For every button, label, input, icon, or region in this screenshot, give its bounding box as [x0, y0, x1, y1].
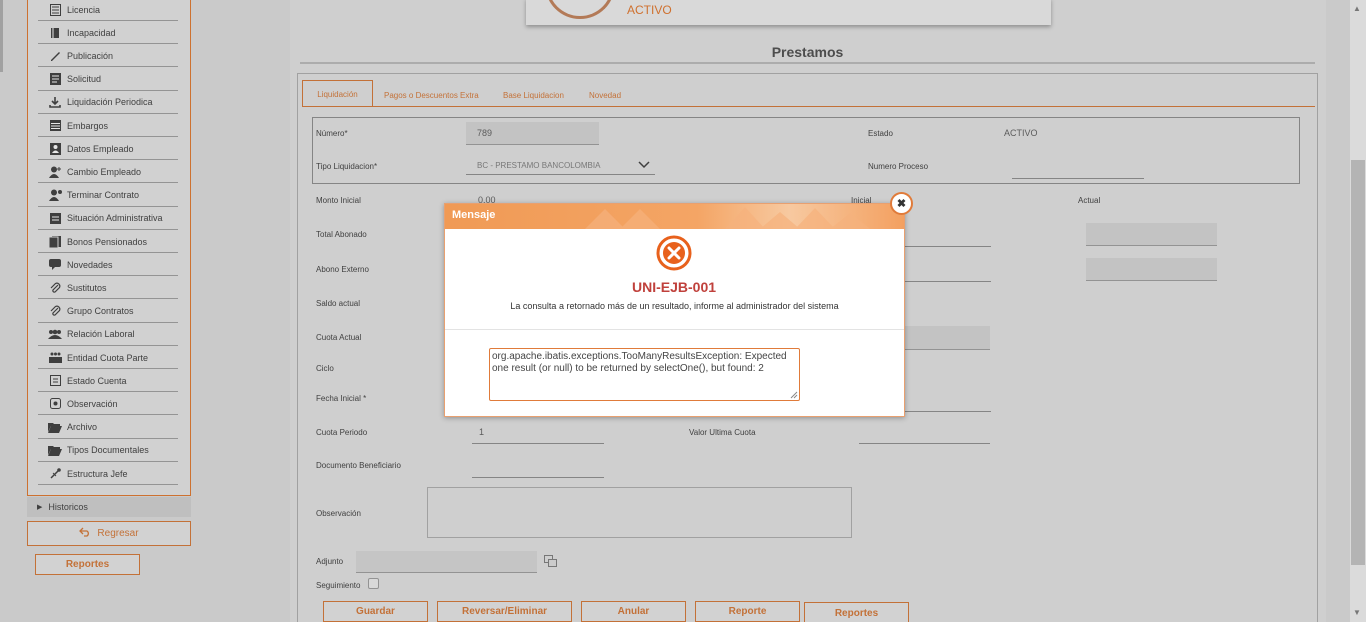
dialog-header[interactable] — [445, 204, 904, 229]
error-icon — [655, 235, 693, 273]
close-icon[interactable]: ✖ — [890, 192, 913, 215]
dialog-title: Mensaje — [452, 209, 496, 221]
error-message: La consulta a retornado más de un result… — [510, 301, 839, 311]
error-code: UNI-EJB-001 — [631, 279, 717, 295]
dialog-divider — [445, 329, 904, 330]
error-detail-textarea[interactable]: org.apache.ibatis.exceptions.TooManyResu… — [489, 348, 800, 401]
resize-handle-icon[interactable] — [790, 391, 798, 401]
